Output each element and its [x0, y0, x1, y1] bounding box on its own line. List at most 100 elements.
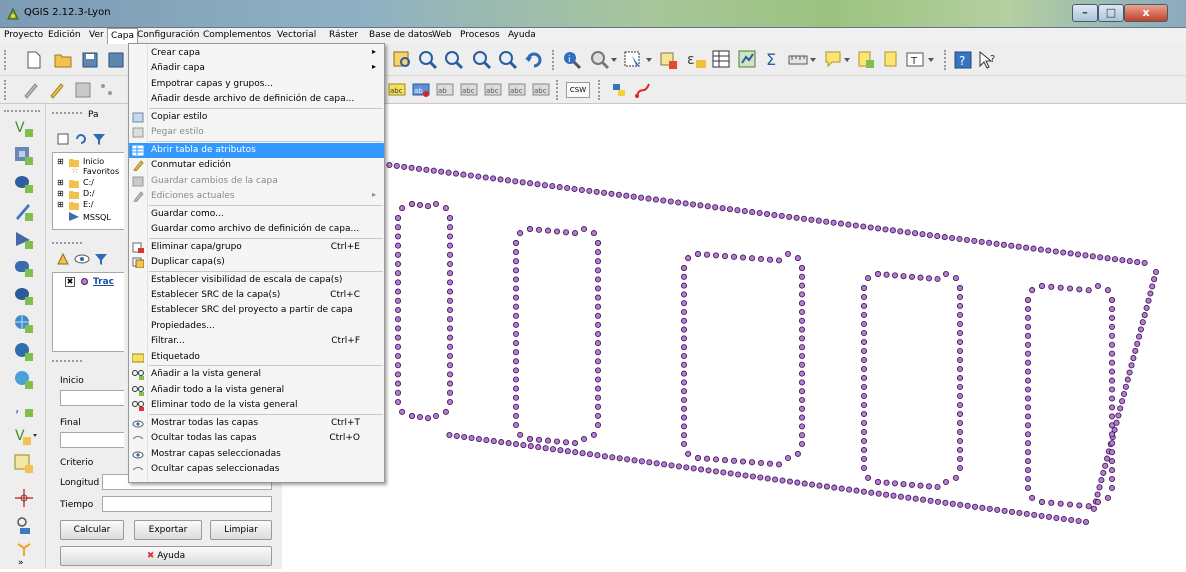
menu-item-mostrar-todas-las-capas[interactable]: Mostrar todas las capas Ctrl+T — [129, 416, 384, 431]
menu-ver[interactable]: Ver — [89, 30, 104, 40]
end-input[interactable] — [60, 432, 124, 448]
expand-icon[interactable]: ⊞ — [57, 189, 64, 198]
toggle-edit-icon[interactable] — [48, 81, 66, 99]
new-spatialite-layer-icon[interactable] — [14, 454, 34, 474]
menu-edicion[interactable]: Edición — [48, 30, 81, 40]
new-shapefile-layer-icon[interactable]: V — [14, 426, 38, 446]
browser-item-e[interactable]: ⊞ E:/ — [57, 200, 127, 211]
coordinate-capture-icon[interactable] — [14, 488, 34, 508]
attribute-table-toolbar-icon[interactable] — [712, 50, 730, 68]
panel-grip[interactable] — [52, 360, 82, 362]
save-layer-edits-icon[interactable] — [74, 81, 92, 99]
identify-icon[interactable]: i — [562, 50, 584, 70]
menu-item-establecer-src-de-la-capa-s[interactable]: Establecer SRC de la capa(s) Ctrl+C — [129, 288, 384, 303]
open-project-icon[interactable] — [54, 52, 72, 68]
menu-raster[interactable]: Ráster — [329, 30, 358, 40]
toolbar-grip[interactable] — [944, 50, 948, 70]
menu-item-propiedades[interactable]: Propiedades... — [129, 319, 384, 334]
move-label-icon[interactable]: abc — [484, 82, 502, 98]
change-label-icon[interactable]: abc — [532, 82, 550, 98]
more-tools-chevron-icon[interactable]: » — [18, 558, 24, 568]
layer-name[interactable]: Trac — [93, 277, 114, 287]
clear-button[interactable]: Limpiar — [210, 520, 272, 540]
add-wfs-layer-icon[interactable] — [14, 370, 34, 390]
menu-item-crear-capa[interactable]: Crear capa ▸ — [129, 46, 384, 61]
toolbar-grip[interactable] — [556, 80, 560, 100]
new-project-icon[interactable] — [26, 51, 42, 69]
expand-icon[interactable]: ⊞ — [57, 200, 64, 209]
deselect-icon[interactable] — [660, 52, 678, 70]
layer-row[interactable]: ✖ Trac — [55, 277, 125, 289]
label-tool-icon[interactable]: abc — [388, 82, 406, 98]
browser-filter-icon[interactable] — [92, 132, 106, 146]
menu-ayuda[interactable]: Ayuda — [508, 30, 536, 40]
csw-button[interactable]: CSW — [566, 82, 590, 98]
panel-grip[interactable] — [52, 112, 82, 114]
gps-tools-icon[interactable] — [14, 516, 34, 536]
expand-icon[interactable]: ⊞ — [57, 157, 64, 166]
menu-proyecto[interactable]: Proyecto — [4, 30, 43, 40]
toolbar-grip[interactable] — [552, 50, 556, 70]
browser-item-d[interactable]: ⊞ D:/ — [57, 189, 127, 200]
menu-item-establecer-src-del-proyecto-a-partir-de-capa[interactable]: Establecer SRC del proyecto a partir de … — [129, 303, 384, 318]
toolbar-grip[interactable] — [598, 80, 602, 100]
text-annotation-icon[interactable]: T — [906, 50, 936, 70]
menu-base-de-datos[interactable]: Base de datos — [369, 30, 433, 40]
sum-icon[interactable]: Σ — [764, 50, 782, 68]
time-input[interactable] — [102, 496, 272, 512]
menu-item-etiquetado[interactable]: Etiquetado — [129, 350, 384, 365]
browser-item-mssql[interactable]: MSSQL — [57, 211, 127, 222]
save-project-icon[interactable] — [82, 52, 98, 68]
maximize-button[interactable]: □ — [1098, 4, 1124, 22]
road-graph-icon[interactable] — [634, 81, 652, 99]
menu-item-empotrar-capas-y-grupos[interactable]: Empotrar capas y grupos... — [129, 77, 384, 92]
zoom-native-icon[interactable] — [472, 50, 492, 70]
zoom-to-layer-icon[interactable] — [418, 50, 438, 70]
menu-item-mostrar-capas-seleccionadas[interactable]: Mostrar capas seleccionadas — [129, 447, 384, 462]
menu-web[interactable]: Web — [432, 30, 452, 40]
expand-icon[interactable]: ⊞ — [57, 178, 64, 187]
menu-item-filtrar[interactable]: Filtrar... Ctrl+F — [129, 334, 384, 349]
add-wms-layer-icon[interactable] — [14, 314, 34, 334]
browser-refresh-icon[interactable] — [74, 132, 88, 146]
menu-item-pegar-estilo[interactable]: Pegar estilo — [129, 125, 384, 140]
python-console-icon[interactable] — [610, 81, 628, 99]
menu-item-anadir-desde-archivo-de-definicion-de-capa[interactable]: Añadir desde archivo de definición de ca… — [129, 92, 384, 107]
layer-style-icon[interactable] — [56, 252, 70, 266]
menu-item-anadir-todo-a-la-vista-general[interactable]: Añadir todo a la vista general — [129, 383, 384, 398]
visibility-eye-icon[interactable] — [74, 252, 90, 266]
map-tips-icon[interactable] — [824, 50, 852, 70]
bookmark-icon[interactable] — [856, 50, 876, 70]
query-icon[interactable] — [590, 50, 618, 70]
menu-item-duplicar-capa-s[interactable]: Duplicar capa(s) — [129, 255, 384, 270]
menu-complementos[interactable]: Complementos — [203, 30, 271, 40]
add-postgis-layer-icon[interactable] — [14, 174, 34, 194]
measure-icon[interactable] — [788, 50, 818, 70]
menu-item-copiar-estilo[interactable]: Copiar estilo — [129, 110, 384, 125]
toolbar-grip[interactable] — [4, 110, 40, 112]
browser-item-c[interactable]: ⊞ C:/ — [57, 178, 127, 189]
add-wcs-layer-icon[interactable] — [14, 342, 34, 362]
menu-item-ocultar-capas-seleccionadas[interactable]: Ocultar capas seleccionadas — [129, 462, 384, 477]
export-button[interactable]: Exportar — [134, 520, 202, 540]
highlight-pinned-labels-icon[interactable]: ab — [436, 82, 454, 98]
menu-capa[interactable]: Capa — [107, 28, 139, 44]
toolbar-grip[interactable] — [4, 80, 8, 100]
map-canvas[interactable] — [282, 104, 1186, 569]
show-bookmarks-icon[interactable] — [882, 50, 900, 70]
show-hide-labels-icon[interactable]: abc — [460, 82, 478, 98]
add-mssql-layer-icon[interactable] — [14, 230, 34, 250]
minimize-button[interactable]: – — [1072, 4, 1098, 22]
rotate-label-icon[interactable]: abc — [508, 82, 526, 98]
topology-checker-icon[interactable] — [14, 540, 34, 560]
zoom-last-icon[interactable] — [444, 50, 464, 70]
menu-vectorial[interactable]: Vectorial — [277, 30, 316, 40]
add-feature-icon[interactable] — [98, 81, 116, 99]
menu-item-ocultar-todas-las-capas[interactable]: Ocultar todas las capas Ctrl+O — [129, 431, 384, 446]
zoom-full-icon[interactable] — [392, 50, 414, 70]
menu-item-eliminar-todo-de-la-vista-general[interactable]: Eliminar todo de la vista general — [129, 398, 384, 413]
panel-grip[interactable] — [52, 242, 82, 244]
add-spatialite-layer-icon[interactable] — [14, 202, 34, 222]
add-selected-icon[interactable] — [56, 132, 70, 146]
menu-item-ediciones-actuales[interactable]: Ediciones actuales ▸ — [129, 189, 384, 204]
